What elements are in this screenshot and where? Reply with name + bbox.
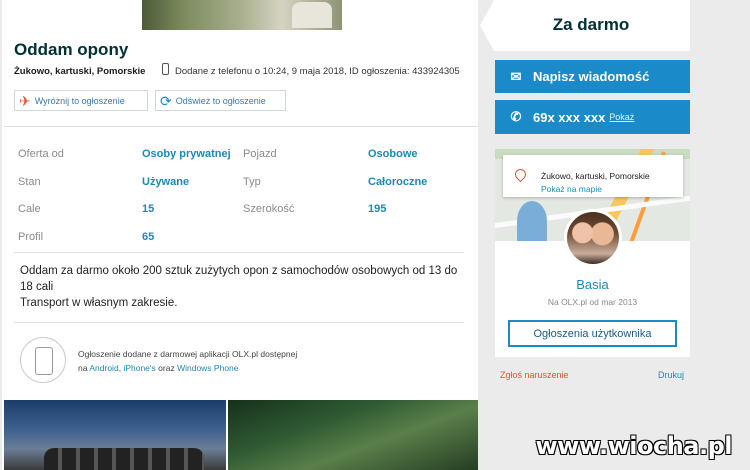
param-value-condition[interactable]: Używane: [142, 176, 189, 188]
seller-card: Żukowo, kartuski, Pomorskie Pokaż na map…: [495, 149, 690, 357]
map-pin-icon: [512, 166, 529, 183]
map-lake: [517, 201, 547, 241]
app-info-na: na: [78, 363, 88, 373]
phone-number: 69x xxx xxx: [533, 109, 606, 125]
promote-ad-label: Wyróżnij to ogłoszenie: [34, 95, 125, 106]
ad-main-panel: Oddam opony Żukowo, kartuski, Pomorskie …: [2, 0, 478, 470]
param-label-condition: Stan: [18, 176, 41, 188]
kite-icon: ✈: [19, 92, 31, 109]
iphone-link[interactable]: iPhone's: [123, 363, 155, 373]
ad-photos-bottom: [4, 400, 478, 470]
app-info-comma: ,: [118, 363, 122, 373]
user-name[interactable]: Basia: [495, 277, 690, 292]
app-info-links: na Android, iPhone's oraz Windows Phone: [78, 363, 239, 373]
user-ads-button[interactable]: Ogłoszenia użytkownika: [508, 320, 677, 347]
report-link[interactable]: Zgłoś naruszenie: [500, 370, 569, 380]
promote-ad-button[interactable]: ✈ Wyróżnij to ogłoszenie: [14, 90, 148, 111]
divider: [14, 322, 464, 323]
android-link[interactable]: Android: [89, 363, 118, 373]
param-label-vehicle: Pojazd: [243, 148, 277, 160]
param-label-profile: Profil: [18, 231, 44, 243]
description-line: Oddam za darmo około 200 sztuk zużytych …: [20, 265, 458, 293]
refresh-ad-label: Odśwież to ogłoszenie: [175, 95, 266, 106]
user-since: Na OLX.pl od mar 2013: [547, 297, 638, 307]
ad-price: Za darmo: [552, 15, 630, 34]
show-phone-button[interactable]: ✆ 69x xxx xxx Pokaż: [495, 100, 690, 134]
envelope-icon: ✉: [510, 68, 522, 84]
smartphone-icon: [20, 337, 66, 383]
ad-added-info: Dodane z telefonu o 10:24, 9 maja 2018, …: [175, 66, 460, 77]
param-label-offer: Oferta od: [18, 148, 64, 160]
param-label-type: Typ: [243, 176, 261, 188]
show-on-map-link[interactable]: Pokaż na mapie: [541, 184, 602, 194]
ad-title: Oddam opony: [14, 40, 129, 59]
param-value-inches[interactable]: 15: [142, 203, 154, 215]
app-info-text: Ogłoszenie dodane z darmowej aplikacji O…: [78, 349, 298, 359]
ad-photo-top[interactable]: [142, 0, 342, 30]
phone-icon: [162, 63, 169, 75]
refresh-icon: ⟳: [160, 92, 172, 109]
show-phone-link[interactable]: Pokaż: [609, 112, 634, 122]
avatar[interactable]: [564, 209, 622, 267]
description-line: Transport w własnym zakresie.: [20, 297, 178, 309]
send-message-label: Napisz wiadomość: [533, 69, 650, 84]
watermark: www.wiocha.pl: [535, 432, 732, 460]
ad-photo-thumbnail[interactable]: [228, 400, 478, 470]
send-message-button[interactable]: ✉ Napisz wiadomość: [495, 60, 690, 93]
divider: [14, 252, 464, 253]
param-value-width[interactable]: 195: [368, 203, 386, 215]
windows-phone-link[interactable]: Windows Phone: [177, 363, 238, 373]
refresh-ad-button[interactable]: ⟳ Odśwież to ogłoszenie: [155, 90, 286, 111]
param-value-profile[interactable]: 65: [142, 231, 154, 243]
param-value-vehicle[interactable]: Osobowe: [368, 148, 418, 160]
ad-photo-thumbnail[interactable]: [4, 400, 226, 470]
param-label-width: Szerokość: [243, 203, 295, 215]
phone-icon: ✆: [510, 109, 522, 124]
param-label-inches: Cale: [18, 203, 41, 215]
print-link[interactable]: Drukuj: [658, 370, 684, 380]
map-location-card: Żukowo, kartuski, Pomorskie Pokaż na map…: [503, 155, 683, 197]
divider: [4, 126, 478, 127]
app-info-oraz: oraz: [158, 363, 175, 373]
param-value-type[interactable]: Całoroczne: [368, 176, 427, 188]
ad-location: Żukowo, kartuski, Pomorskie: [14, 66, 146, 77]
param-value-offer[interactable]: Osoby prywatnej: [142, 148, 231, 160]
ad-description: Oddam za darmo około 200 sztuk zużytych …: [20, 263, 460, 311]
map-location-text: Żukowo, kartuski, Pomorskie: [541, 171, 650, 181]
